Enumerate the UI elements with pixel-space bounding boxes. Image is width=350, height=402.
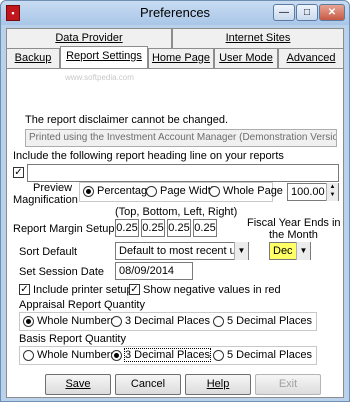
disclaimer-label: The report disclaimer cannot be changed. bbox=[25, 114, 229, 126]
sort-select[interactable]: Default to most recent use bbox=[115, 242, 249, 260]
basis-3dec-label: 3 Decimal Places bbox=[124, 348, 211, 362]
tab-label: Data Provider bbox=[55, 32, 123, 44]
watermark: www.softpedia.com bbox=[65, 73, 134, 82]
close-button[interactable]: ✕ bbox=[319, 4, 345, 21]
basis-radio-whole[interactable] bbox=[23, 350, 34, 361]
tab-label: Report Settings bbox=[66, 50, 142, 62]
tab-report-settings[interactable]: Report Settings bbox=[60, 46, 148, 68]
appraisal-5dec-label: 5 Decimal Places bbox=[227, 315, 312, 327]
appraisal-radio-3dec[interactable] bbox=[111, 316, 122, 327]
tab-label: Internet Sites bbox=[225, 32, 291, 44]
tab-label: Advanced bbox=[286, 52, 336, 64]
printer-setup-label: Include printer setup bbox=[33, 284, 133, 296]
appraisal-label: Appraisal Report Quantity bbox=[19, 299, 145, 311]
heading-checkbox[interactable]: ✓ bbox=[13, 167, 24, 178]
tab-user-mode[interactable]: User Mode bbox=[214, 48, 278, 68]
margin-bottom-field[interactable]: 0.25 bbox=[141, 219, 165, 237]
appraisal-radio-5dec[interactable] bbox=[213, 316, 224, 327]
exit-button-label: Exit bbox=[278, 378, 298, 390]
negative-red-label: Show negative values in red bbox=[143, 284, 281, 296]
disclaimer-field: Printed using the Investment Account Man… bbox=[25, 129, 337, 147]
appraisal-3dec-label: 3 Decimal Places bbox=[125, 315, 210, 327]
cancel-button[interactable]: Cancel bbox=[115, 374, 181, 395]
help-button-label: Help bbox=[206, 378, 230, 390]
save-button-label: Save bbox=[65, 378, 91, 390]
title-bar[interactable]: ▪ Preferences — □ ✕ bbox=[1, 1, 349, 25]
maximize-button[interactable]: □ bbox=[296, 4, 318, 21]
radio-percentage[interactable] bbox=[83, 186, 94, 197]
margins-label: Report Margin Setup bbox=[13, 223, 115, 235]
tab-advanced[interactable]: Advanced bbox=[278, 48, 344, 68]
preview-label-line1: Preview bbox=[33, 182, 73, 194]
appraisal-radio-whole[interactable] bbox=[23, 316, 34, 327]
printer-setup-checkbox[interactable]: ✓ bbox=[19, 284, 30, 295]
fiscal-chevron-down-icon[interactable]: ▼ bbox=[296, 242, 310, 260]
dialog-client: Data Provider Internet Sites Backup Repo… bbox=[6, 28, 344, 398]
radio-whole-page[interactable] bbox=[209, 186, 220, 197]
basis-5dec-label: 5 Decimal Places bbox=[227, 349, 312, 361]
margins-header: (Top, Bottom, Left, Right) bbox=[115, 206, 238, 218]
tab-label: User Mode bbox=[219, 52, 273, 64]
report-settings-panel: www.softpedia.com The report disclaimer … bbox=[6, 68, 344, 398]
negative-red-checkbox[interactable]: ✓ bbox=[129, 284, 140, 295]
help-button[interactable]: Help bbox=[185, 374, 251, 395]
radio-whole-page-label: Whole Page bbox=[223, 185, 283, 197]
radio-page-width[interactable] bbox=[146, 186, 157, 197]
basis-radio-5dec[interactable] bbox=[213, 350, 224, 361]
cancel-button-label: Cancel bbox=[130, 378, 166, 390]
session-date-field[interactable]: 08/09/2014 bbox=[115, 262, 193, 280]
basis-label: Basis Report Quantity bbox=[19, 333, 126, 345]
tab-internet-sites[interactable]: Internet Sites bbox=[172, 28, 344, 48]
sort-label: Sort Default bbox=[19, 246, 78, 258]
margin-left-field[interactable]: 0.25 bbox=[167, 219, 191, 237]
basis-radio-3dec[interactable] bbox=[111, 350, 122, 361]
session-label: Set Session Date bbox=[19, 266, 104, 278]
preview-label-line2: Magnification bbox=[13, 194, 78, 206]
basis-whole-label: Whole Numbers bbox=[37, 349, 116, 361]
heading-label: Include the following report heading lin… bbox=[13, 150, 284, 162]
appraisal-whole-label: Whole Numbers bbox=[37, 315, 116, 327]
heading-field[interactable] bbox=[27, 164, 339, 182]
preview-spin-icon[interactable]: ▲ ▼ bbox=[326, 183, 338, 201]
tab-data-provider[interactable]: Data Provider bbox=[6, 28, 172, 48]
preferences-window: ▪ Preferences — □ ✕ Data Provider Intern… bbox=[0, 0, 350, 402]
radio-percentage-label: Percentage bbox=[97, 185, 154, 197]
tab-home-page[interactable]: Home Page bbox=[148, 48, 214, 68]
fiscal-label-line2: the Month bbox=[269, 229, 318, 241]
exit-button: Exit bbox=[255, 374, 321, 395]
sort-chevron-down-icon[interactable]: ▼ bbox=[234, 242, 248, 260]
fiscal-label-line1: Fiscal Year Ends in bbox=[247, 217, 341, 229]
tab-label: Home Page bbox=[151, 52, 211, 64]
margin-top-field[interactable]: 0.25 bbox=[115, 219, 139, 237]
tab-label: Backup bbox=[14, 52, 52, 64]
minimize-button[interactable]: — bbox=[273, 4, 295, 21]
margin-right-field[interactable]: 0.25 bbox=[193, 219, 217, 237]
save-button[interactable]: Save bbox=[45, 374, 111, 395]
tab-backup[interactable]: Backup bbox=[6, 48, 60, 68]
